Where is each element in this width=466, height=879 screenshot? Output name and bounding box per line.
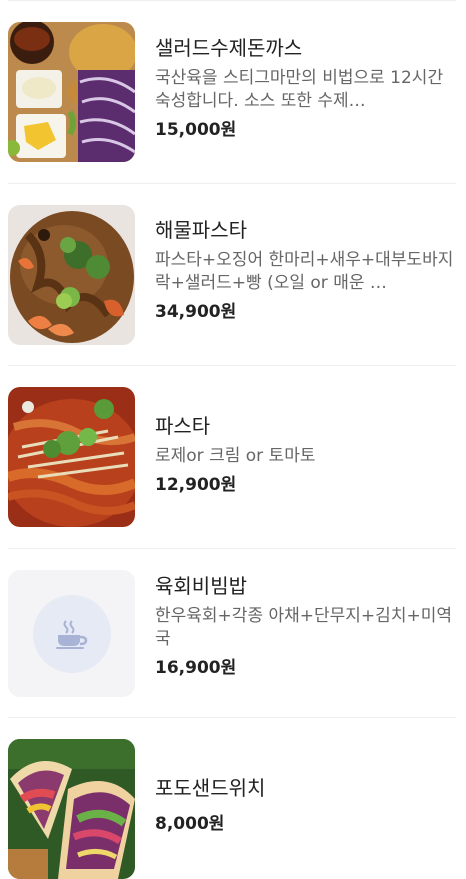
menu-item-description: 로제or 크림 or 토마토 xyxy=(155,446,316,466)
menu-item[interactable]: 포도샌드위치 8,000원 xyxy=(0,718,466,879)
menu-item-price: 12,900원 xyxy=(155,475,237,495)
menu-item[interactable]: 샐러드수제돈까스 국산육을 스티그마만의 비법으로 12시간 숙성합니다. 소스… xyxy=(0,0,466,184)
menu-item-price: 15,000원 xyxy=(155,120,237,140)
placeholder-circle xyxy=(32,594,111,673)
menu-item-description: 파스타+오징어 한마리+새우+대부도바지락+샐러드+빵 (오일 or 매운 … xyxy=(155,250,454,293)
menu-item-price: 16,900원 xyxy=(155,658,237,678)
menu-item-price: 8,000원 xyxy=(155,814,225,834)
menu-item[interactable]: 해물파스타 파스타+오징어 한마리+새우+대부도바지락+샐러드+빵 (오일 or… xyxy=(0,184,466,366)
menu-item[interactable]: 육회비빔밥 한우육회+각종 아채+단무지+김치+미역국 16,900원 xyxy=(0,549,466,718)
menu-item-price: 34,900원 xyxy=(155,302,237,322)
menu-item-photo xyxy=(8,387,135,527)
menu-item-photo xyxy=(8,22,135,162)
menu-item-name: 해물파스타 xyxy=(155,218,247,242)
menu-item[interactable]: 파스타 로제or 크림 or 토마토 12,900원 xyxy=(0,366,466,549)
menu-item-photo xyxy=(8,739,135,879)
menu-item-name: 포도샌드위치 xyxy=(155,776,266,800)
menu-item-description: 한우육회+각종 아채+단무지+김치+미역국 xyxy=(155,606,452,649)
coffee-cup-icon xyxy=(55,619,87,649)
menu-item-name: 파스타 xyxy=(155,414,211,438)
menu-item-photo xyxy=(8,205,135,345)
menu-item-description: 국산육을 스티그마만의 비법으로 12시간 숙성합니다. 소스 또한 수제… xyxy=(155,68,444,111)
menu-item-photo-placeholder xyxy=(8,570,135,697)
menu-item-name: 샐러드수제돈까스 xyxy=(155,36,303,60)
menu-item-name: 육회비빔밥 xyxy=(155,574,247,598)
